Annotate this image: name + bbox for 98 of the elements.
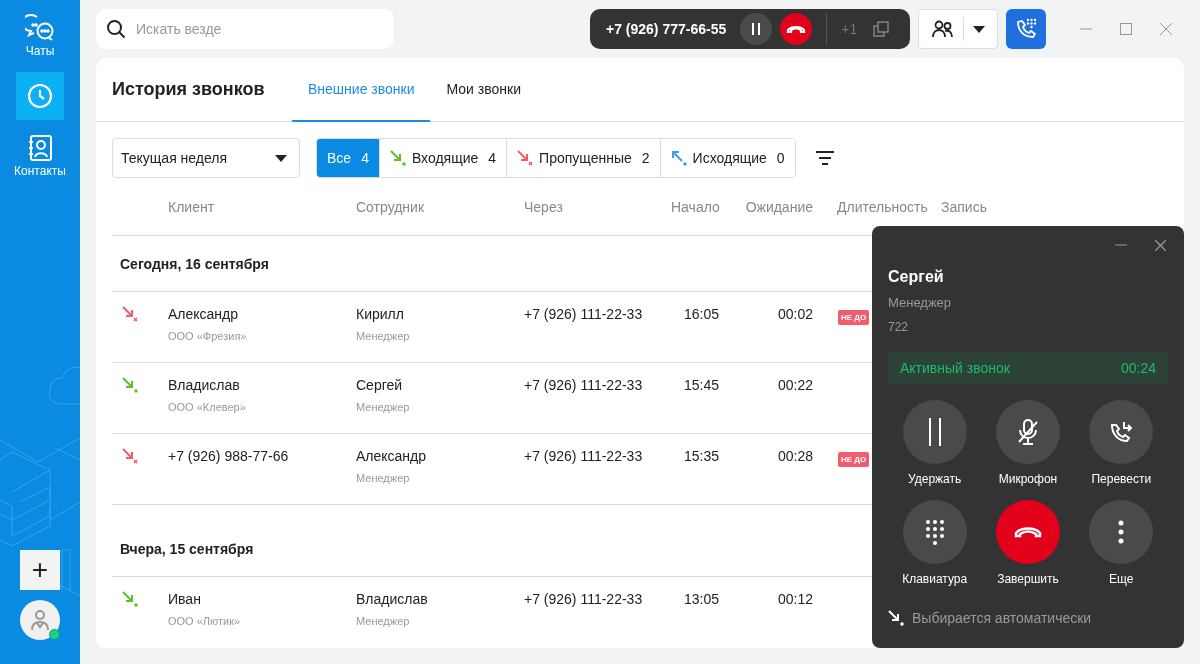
client-name: +7 (926) 988-77-66 bbox=[168, 448, 290, 464]
filter-segment[interactable]: Все 4 bbox=[317, 139, 379, 177]
missed-call-icon bbox=[122, 306, 138, 322]
wait-time: 00:22 bbox=[776, 377, 813, 393]
hang-up-icon bbox=[1014, 526, 1042, 538]
people-icon bbox=[931, 20, 954, 38]
status-badge: НЕ ДО bbox=[838, 452, 870, 467]
search-field[interactable]: Искать везде bbox=[96, 9, 394, 49]
start-time: 16:05 bbox=[682, 306, 719, 322]
chat-bubbles-icon bbox=[25, 14, 55, 42]
more-icon bbox=[1118, 520, 1125, 544]
phone-keypad-icon bbox=[1014, 17, 1038, 41]
via-number: +7 (926) 111-22-33 bbox=[524, 448, 644, 464]
wait-time: 00:28 bbox=[776, 448, 813, 464]
nav-item[interactable]: Чаты bbox=[16, 12, 64, 60]
column-header: Через bbox=[524, 198, 564, 215]
person-icon bbox=[30, 609, 50, 631]
phone-transfer-icon bbox=[1109, 420, 1134, 444]
client-name: Александр bbox=[168, 306, 240, 322]
search-icon bbox=[106, 19, 126, 39]
dialpad-call-button[interactable] bbox=[1006, 9, 1046, 49]
status-badge: НЕ ДО bbox=[838, 310, 870, 325]
action-label: Еще bbox=[1109, 572, 1134, 586]
employee-name: Кирилл bbox=[356, 306, 405, 322]
period-dropdown[interactable]: Текущая неделя bbox=[112, 138, 300, 178]
employee-role: Менеджер bbox=[356, 472, 411, 484]
close-icon[interactable] bbox=[1160, 23, 1172, 35]
outgoing-call-icon bbox=[670, 150, 687, 166]
incoming-call-icon bbox=[122, 591, 138, 607]
action-label: Перевести bbox=[1091, 472, 1152, 486]
call-timer: 00:24 bbox=[1120, 360, 1156, 376]
caret-icon bbox=[275, 154, 287, 162]
date-group-title: Сегодня, 16 сентября bbox=[120, 255, 269, 272]
column-header: Начало bbox=[671, 198, 719, 215]
nav-item[interactable]: Контакты bbox=[16, 132, 64, 180]
maximize-icon[interactable] bbox=[1120, 23, 1132, 35]
via-number: +7 (926) 111-22-33 bbox=[524, 377, 644, 393]
wait-time: 00:12 bbox=[776, 591, 813, 607]
column-header: Запись bbox=[940, 198, 988, 215]
user-avatar[interactable] bbox=[20, 600, 60, 640]
action-label: Завершить bbox=[997, 572, 1059, 586]
employee-role: Менеджер bbox=[356, 615, 411, 627]
via-number: +7 (926) 111-22-33 bbox=[524, 306, 644, 322]
incoming-arrow-icon bbox=[888, 610, 904, 626]
pause-icon bbox=[927, 418, 942, 446]
missed-call-icon bbox=[122, 448, 138, 464]
date-group-title: Вчера, 15 сентября bbox=[120, 541, 254, 557]
action-label: Микрофон bbox=[998, 472, 1058, 486]
missed-call-icon bbox=[517, 150, 534, 166]
nav-item[interactable] bbox=[16, 72, 64, 120]
caller-role: Менеджер bbox=[888, 295, 953, 310]
start-time: 13:05 bbox=[682, 591, 719, 607]
hang-up-button[interactable] bbox=[780, 13, 813, 45]
copy-icon[interactable] bbox=[873, 21, 890, 37]
keypad-icon bbox=[924, 519, 945, 545]
tab[interactable]: Мои звонки bbox=[430, 58, 537, 122]
hang-up-icon bbox=[786, 24, 807, 34]
contacts-dropdown-button[interactable] bbox=[918, 9, 998, 49]
client-name: Иван bbox=[168, 591, 202, 607]
clock-icon bbox=[27, 83, 53, 109]
extra-calls-count: +1 bbox=[841, 21, 858, 37]
start-time: 15:35 bbox=[682, 448, 719, 464]
contact-card-icon bbox=[27, 134, 53, 162]
employee-name: Владислав bbox=[356, 591, 429, 607]
column-header: Клиент bbox=[168, 198, 216, 215]
add-button[interactable]: + bbox=[20, 550, 60, 590]
caller-extension: 722 bbox=[888, 320, 910, 334]
action-label: Удержать bbox=[908, 472, 962, 486]
action-label: Клавиатура bbox=[902, 572, 968, 586]
wait-time: 00:02 bbox=[776, 306, 813, 322]
column-header: Сотрудник bbox=[356, 198, 425, 215]
page-title: История звонков bbox=[96, 58, 274, 122]
call-number: +7 (926) 777-66-55 bbox=[606, 21, 727, 37]
pause-icon bbox=[751, 22, 762, 36]
mic-off-icon bbox=[1018, 419, 1038, 445]
close-icon[interactable] bbox=[1155, 239, 1166, 251]
caller-name: Сергей bbox=[888, 268, 945, 286]
employee-role: Менеджер bbox=[356, 401, 411, 413]
client-company: ООО «Лютик» bbox=[168, 615, 242, 627]
route-selector[interactable]: Выбирается автоматически bbox=[888, 610, 1168, 626]
client-company: ООО «Клевер» bbox=[168, 401, 247, 413]
pause-button[interactable] bbox=[740, 13, 773, 45]
employee-name: Александр bbox=[356, 448, 428, 464]
column-header: Ожидание bbox=[744, 198, 813, 215]
employee-name: Сергей bbox=[356, 377, 404, 393]
filter-segment[interactable]: Исходящие 0 bbox=[659, 139, 795, 177]
incoming-call-icon bbox=[122, 377, 138, 393]
employee-role: Менеджер bbox=[356, 330, 411, 342]
client-company: ООО «Фрезия» bbox=[168, 330, 248, 342]
tab[interactable]: Внешние звонки bbox=[292, 58, 431, 122]
incoming-call-icon bbox=[389, 150, 406, 166]
call-status: Активный звонок bbox=[900, 360, 1010, 376]
start-time: 15:45 bbox=[682, 377, 719, 393]
filter-icon[interactable] bbox=[815, 151, 834, 165]
via-number: +7 (926) 111-22-33 bbox=[524, 591, 644, 607]
column-header: Длительность bbox=[836, 198, 929, 215]
client-name: Владислав bbox=[168, 377, 241, 393]
caret-icon bbox=[972, 25, 985, 33]
